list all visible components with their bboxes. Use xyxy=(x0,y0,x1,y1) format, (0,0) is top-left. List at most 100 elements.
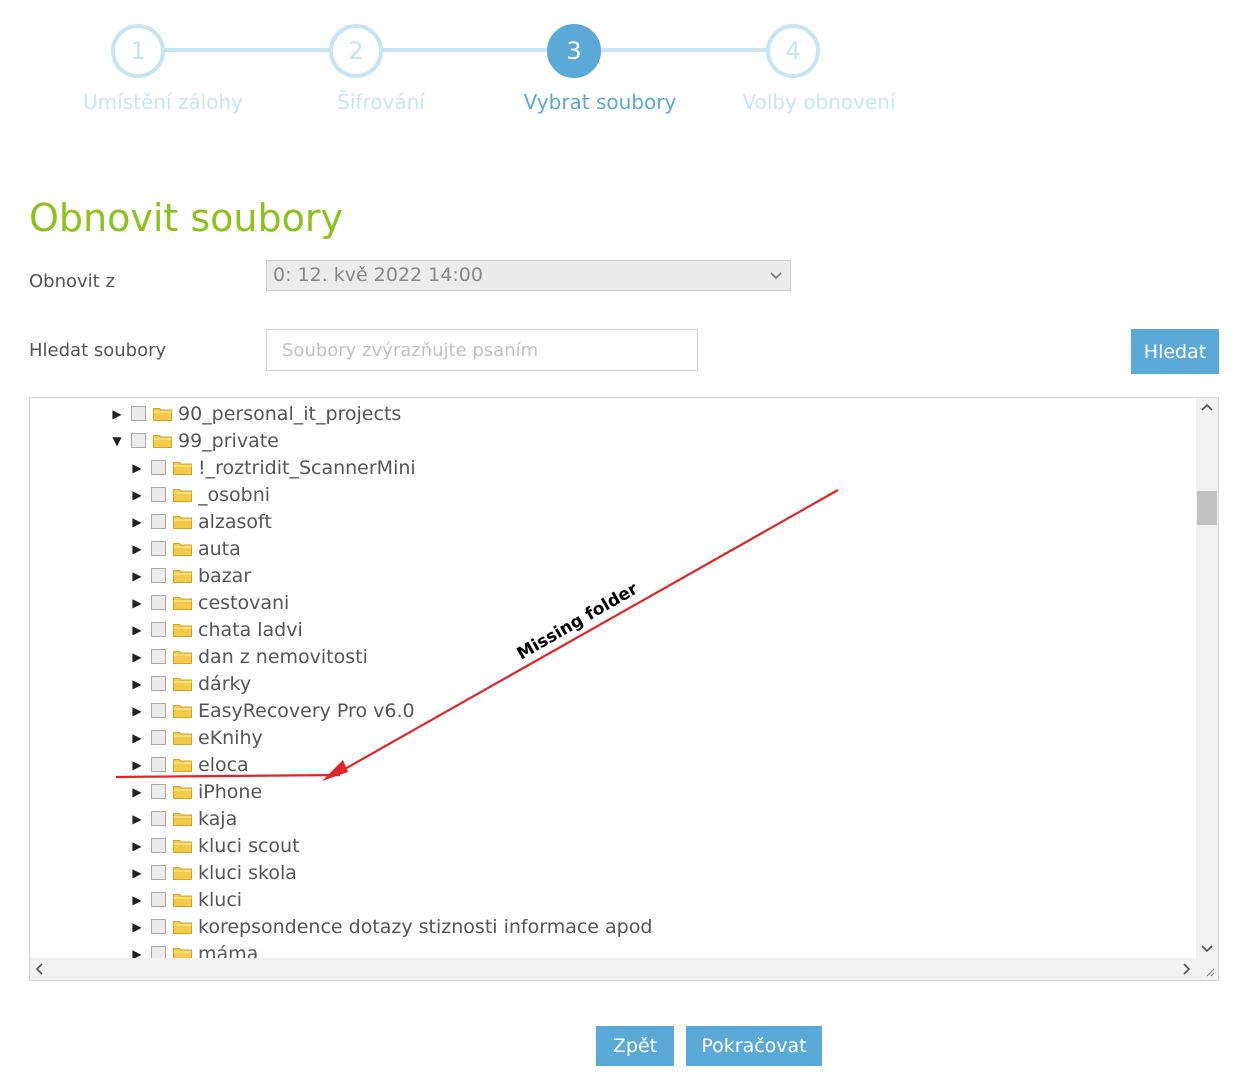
tree-node-checkbox[interactable] xyxy=(151,649,166,664)
tree-node[interactable]: ▶ _osobni xyxy=(127,481,270,508)
tree-node-label[interactable]: dan z nemovitosti xyxy=(198,646,368,668)
tree-node-label[interactable]: eKnihy xyxy=(198,727,263,749)
tree-node-label[interactable]: dárky xyxy=(198,673,251,695)
scroll-left-icon[interactable] xyxy=(34,958,46,980)
tree-node-label[interactable]: bazar xyxy=(198,565,251,587)
tree-node-checkbox[interactable] xyxy=(151,919,166,934)
tree-node-checkbox[interactable] xyxy=(151,838,166,853)
tree-node[interactable]: ▶ kluci scout xyxy=(127,832,300,859)
tree-node-label[interactable]: iPhone xyxy=(198,781,262,803)
tree-node-checkbox[interactable] xyxy=(151,730,166,745)
caret-right-icon[interactable]: ▶ xyxy=(127,731,147,745)
tree-node[interactable]: ▶ alzasoft xyxy=(127,508,272,535)
tree-node[interactable]: ▶ kluci skola xyxy=(127,859,297,886)
tree-node-label[interactable]: 90_personal_it_projects xyxy=(178,403,401,425)
caret-right-icon[interactable]: ▶ xyxy=(127,569,147,583)
search-button[interactable]: Hledat xyxy=(1131,329,1219,374)
tree-node-checkbox[interactable] xyxy=(151,622,166,637)
tree-node[interactable]: ▶ dan z nemovitosti xyxy=(127,643,368,670)
vertical-scroll-thumb[interactable] xyxy=(1197,491,1217,525)
caret-right-icon[interactable]: ▶ xyxy=(127,947,147,959)
tree-node-checkbox[interactable] xyxy=(151,946,166,958)
tree-node[interactable]: ▶ máma xyxy=(127,940,258,958)
tree-node-checkbox[interactable] xyxy=(131,433,146,448)
tree-node-checkbox[interactable] xyxy=(151,568,166,583)
continue-button[interactable]: Pokračovat xyxy=(686,1026,822,1066)
tree-node-checkbox[interactable] xyxy=(151,541,166,556)
tree-node-label[interactable]: kluci xyxy=(198,889,242,911)
caret-right-icon[interactable]: ▶ xyxy=(127,758,147,772)
tree-node[interactable]: ▶ EasyRecovery Pro v6.0 xyxy=(127,697,415,724)
caret-right-icon[interactable]: ▶ xyxy=(127,920,147,934)
tree-node-label[interactable]: alzasoft xyxy=(198,511,272,533)
tree-node[interactable]: ▶ kaja xyxy=(127,805,237,832)
caret-right-icon[interactable]: ▶ xyxy=(127,704,147,718)
tree-node-checkbox[interactable] xyxy=(151,865,166,880)
folder-icon xyxy=(173,839,192,853)
caret-right-icon[interactable]: ▶ xyxy=(127,866,147,880)
tree-node-checkbox[interactable] xyxy=(151,703,166,718)
tree-node[interactable]: ▶ auta xyxy=(127,535,241,562)
back-button[interactable]: Zpět xyxy=(596,1026,674,1066)
tree-node[interactable]: ▶ korepsondence dotazy stiznosti informac… xyxy=(127,913,652,940)
caret-right-icon[interactable]: ▶ xyxy=(127,515,147,529)
tree-node[interactable]: ▶ dárky xyxy=(127,670,251,697)
caret-right-icon[interactable]: ▶ xyxy=(127,812,147,826)
scroll-up-icon[interactable] xyxy=(1196,400,1218,419)
caret-down-icon[interactable]: ▼ xyxy=(107,434,127,448)
tree-node[interactable]: ▶ kluci xyxy=(127,886,242,913)
tree-node[interactable]: ▶ eKnihy xyxy=(127,724,263,751)
tree-node[interactable]: ▶ bazar xyxy=(127,562,251,589)
caret-right-icon[interactable]: ▶ xyxy=(107,407,127,421)
horizontal-scrollbar[interactable] xyxy=(30,958,1196,980)
tree-node-checkbox[interactable] xyxy=(151,676,166,691)
caret-right-icon[interactable]: ▶ xyxy=(127,596,147,610)
tree-node-label[interactable]: kaja xyxy=(198,808,237,830)
tree-node-checkbox[interactable] xyxy=(151,811,166,826)
tree-node-checkbox[interactable] xyxy=(151,514,166,529)
caret-right-icon[interactable]: ▶ xyxy=(127,542,147,556)
tree-node-checkbox[interactable] xyxy=(131,406,146,421)
folder-icon xyxy=(173,731,192,745)
caret-right-icon[interactable]: ▶ xyxy=(127,839,147,853)
tree-node-checkbox[interactable] xyxy=(151,892,166,907)
tree-node-label[interactable]: chata ladvi xyxy=(198,619,303,641)
tree-node-label[interactable]: kluci scout xyxy=(198,835,300,857)
scroll-down-icon[interactable] xyxy=(1196,940,1218,959)
vertical-scrollbar[interactable] xyxy=(1196,398,1218,958)
tree-node[interactable]: ▶ eloca xyxy=(127,751,249,778)
tree-node-checkbox[interactable] xyxy=(151,757,166,772)
caret-right-icon[interactable]: ▶ xyxy=(127,623,147,637)
tree-node-label[interactable]: máma xyxy=(198,943,258,959)
tree-node-checkbox[interactable] xyxy=(151,460,166,475)
tree-node-label[interactable]: kluci skola xyxy=(198,862,297,884)
tree-node-checkbox[interactable] xyxy=(151,595,166,610)
caret-right-icon[interactable]: ▶ xyxy=(127,785,147,799)
tree-node[interactable]: ▶ cestovani xyxy=(127,589,289,616)
tree-node-label[interactable]: auta xyxy=(198,538,241,560)
chevron-down-icon xyxy=(770,261,782,301)
tree-node[interactable]: ▶ 90_personal_it_projects xyxy=(107,400,401,427)
tree-node[interactable]: ▶ !_roztridit_ScannerMini xyxy=(127,454,416,481)
tree-node-label[interactable]: EasyRecovery Pro v6.0 xyxy=(198,700,415,722)
tree-node[interactable]: ▶ chata ladvi xyxy=(127,616,303,643)
tree-node[interactable]: ▶ iPhone xyxy=(127,778,262,805)
tree-node[interactable]: ▼ 99_private xyxy=(107,427,279,454)
caret-right-icon[interactable]: ▶ xyxy=(127,893,147,907)
caret-right-icon[interactable]: ▶ xyxy=(127,677,147,691)
tree-node-label[interactable]: 99_private xyxy=(178,430,279,452)
tree-node-label[interactable]: _osobni xyxy=(198,484,270,506)
tree-node-label[interactable]: eloca xyxy=(198,754,249,776)
tree-node-checkbox[interactable] xyxy=(151,784,166,799)
tree-node-checkbox[interactable] xyxy=(151,487,166,502)
tree-node-label[interactable]: korepsondence dotazy stiznosti informace… xyxy=(198,916,652,938)
tree-node-label[interactable]: cestovani xyxy=(198,592,289,614)
tree-node-label[interactable]: !_roztridit_ScannerMini xyxy=(198,457,416,479)
search-input[interactable] xyxy=(266,329,698,371)
resize-grip-icon[interactable] xyxy=(1196,958,1218,980)
caret-right-icon[interactable]: ▶ xyxy=(127,650,147,664)
scroll-right-icon[interactable] xyxy=(1180,958,1192,980)
caret-right-icon[interactable]: ▶ xyxy=(127,461,147,475)
restore-point-select[interactable]: 0: 12. kvě 2022 14:00 xyxy=(266,260,791,291)
caret-right-icon[interactable]: ▶ xyxy=(127,488,147,502)
